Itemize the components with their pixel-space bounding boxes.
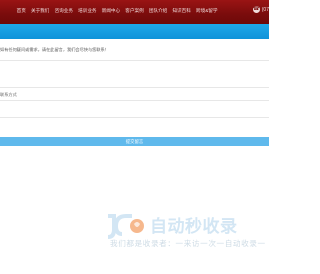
submit-message-button[interactable]: 提交留言 <box>0 137 269 146</box>
nav-item-team[interactable]: 团队介绍 <box>146 8 170 14</box>
top-nav-bar: 首页 关于我们 咨询业务 培训业务 新闻中心 客户案例 团队介绍 知识百科 跨境… <box>0 0 269 24</box>
contact-input-bottom[interactable] <box>0 117 269 118</box>
message-textarea-bottom[interactable] <box>0 87 269 88</box>
watermark-subtitle: 我们都是收录者：一来访一次一自动收录一 <box>110 239 266 248</box>
nav-item-knowledge[interactable]: 知识百科 <box>170 8 194 14</box>
message-notice: 如有任何疑问或需求，请在此留言，我们会尽快与您联系！ <box>0 44 269 56</box>
nav-item-about[interactable]: 关于我们 <box>28 8 52 14</box>
phone-number: (07 <box>261 6 269 13</box>
nav-item-cases[interactable]: 客户案例 <box>123 8 147 14</box>
watermark-title: 自动秒收录 <box>150 217 238 237</box>
nav-item-home[interactable]: 首页 <box>14 8 28 14</box>
message-textarea-border[interactable] <box>0 60 269 61</box>
phone-contact: ☎ (07 <box>252 6 269 13</box>
logo-icon <box>107 214 144 239</box>
main-nav: 首页 关于我们 咨询业务 培训业务 新闻中心 客户案例 团队介绍 知识百科 跨境… <box>14 8 220 14</box>
nav-item-crossborder[interactable]: 跨境&留学 <box>193 8 220 14</box>
nav-item-consulting[interactable]: 咨询业务 <box>52 8 76 14</box>
nav-item-training[interactable]: 培训业务 <box>76 8 100 14</box>
nav-item-news[interactable]: 新闻中心 <box>99 8 123 14</box>
watermark: 自动秒收录 我们都是收录者：一来访一次一自动收录一 <box>104 210 265 250</box>
banner-bar <box>0 24 269 39</box>
phone-icon: ☎ <box>252 6 260 13</box>
contact-input-top[interactable] <box>0 100 269 101</box>
contact-label: 联系方式 <box>0 92 17 97</box>
